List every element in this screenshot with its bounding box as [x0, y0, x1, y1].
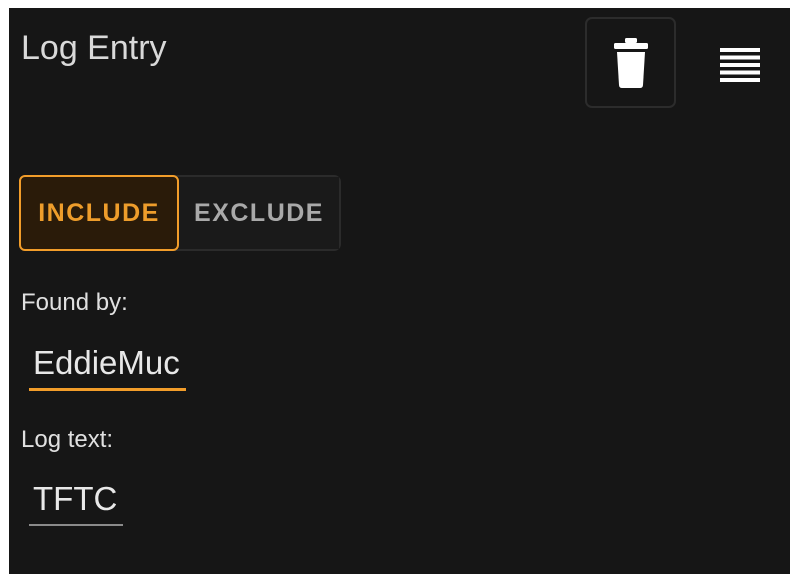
- include-exclude-toggle: INCLUDE EXCLUDE: [19, 175, 341, 251]
- log-text-input[interactable]: TFTC: [29, 478, 124, 526]
- found-by-input[interactable]: EddieMuc: [29, 342, 186, 391]
- page-title: Log Entry: [21, 29, 167, 67]
- menu-button[interactable]: [713, 38, 767, 92]
- screen-frame: Log Entry INCLUDE EXCLUDE Found by: Eddi…: [0, 0, 798, 577]
- menu-lines-icon: [720, 48, 760, 82]
- log-text-label: Log text:: [21, 426, 114, 453]
- trash-icon: [613, 37, 648, 88]
- include-button[interactable]: INCLUDE: [19, 175, 179, 251]
- exclude-button[interactable]: EXCLUDE: [179, 177, 339, 249]
- found-by-label: Found by:: [21, 289, 128, 316]
- log-entry-panel: Log Entry INCLUDE EXCLUDE Found by: Eddi…: [9, 8, 790, 574]
- delete-button[interactable]: [585, 17, 676, 108]
